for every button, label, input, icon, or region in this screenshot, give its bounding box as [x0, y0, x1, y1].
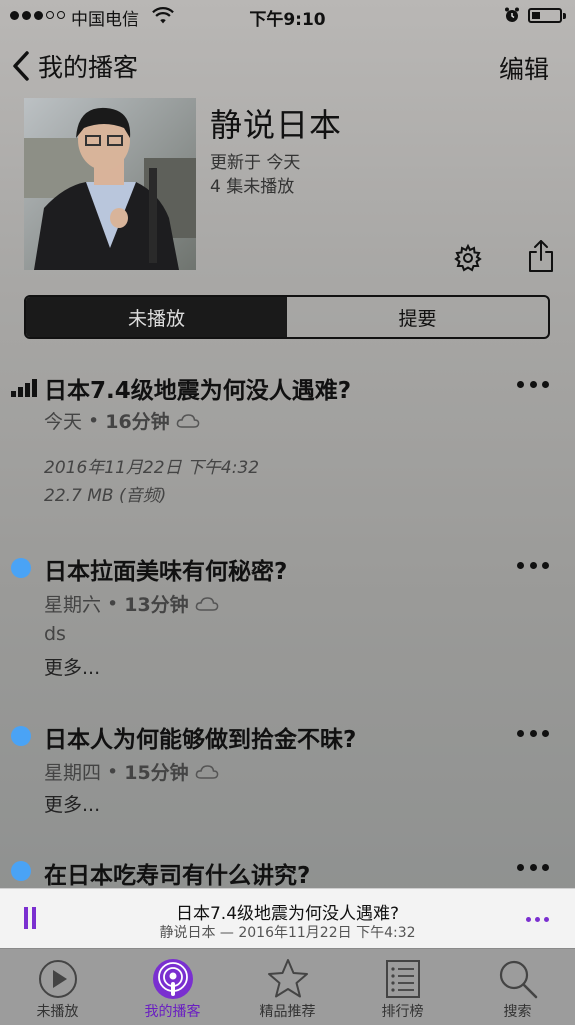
settings-gear-icon[interactable]: [452, 242, 484, 274]
podcast-title: 静说日本: [210, 106, 343, 144]
clock: 下午9:10: [249, 10, 326, 30]
episode-row[interactable]: 日本拉面美味有何秘密? 星期六 • 13分钟 ds 更多...: [0, 548, 575, 688]
mini-player-subtitle: 静说日本 — 2016年11月22日 下午4:32: [159, 925, 416, 941]
episode-meta: 星期四 • 15分钟: [44, 758, 219, 785]
chevron-left-icon: [13, 51, 29, 81]
episode-title: 日本7.4级地震为何没人遇难?: [44, 378, 352, 404]
tab-featured[interactable]: 精品推荐: [230, 949, 345, 1025]
episode-title: 日本人为何能够做到拾金不昧?: [44, 727, 357, 753]
unplayed-count: 4 集未播放: [210, 177, 295, 197]
tab-label: 搜索: [503, 1004, 532, 1020]
unplayed-indicator: [11, 726, 31, 746]
episode-day: 星期四: [44, 762, 102, 784]
unplayed-indicator: [11, 558, 31, 578]
episode-meta: 今天 • 16分钟: [44, 407, 200, 434]
tab-label: 我的播客: [144, 1004, 201, 1020]
tab-search[interactable]: 搜索: [460, 949, 575, 1025]
cloud-icon: [176, 413, 199, 428]
episode-row[interactable]: 在日本吃寿司有什么讲究?: [0, 852, 575, 888]
segment-unplayed[interactable]: 未播放: [26, 297, 287, 337]
more-options-icon[interactable]: [517, 381, 549, 391]
search-icon: [499, 960, 537, 999]
more-link[interactable]: 更多...: [44, 790, 100, 817]
cloud-icon: [195, 764, 218, 779]
tab-bar: 未播放 我的播客 精品推荐 排行榜 搜索: [0, 948, 575, 1025]
episode-row[interactable]: 日本7.4级地震为何没人遇难? 今天 • 16分钟 2016年11月22日 下午…: [0, 365, 575, 515]
episode-duration: 15分钟: [124, 762, 189, 784]
episode-date: 2016年11月22日 下午4:32: [44, 458, 260, 478]
episode-size: 22.7 MB (音频): [44, 486, 167, 506]
mini-player-title: 日本7.4级地震为何没人遇难?: [175, 904, 400, 924]
tab-my-podcasts[interactable]: 我的播客: [115, 949, 230, 1025]
navigation-bar: 我的播客 编辑: [0, 44, 575, 88]
tab-charts[interactable]: 排行榜: [345, 949, 460, 1025]
episode-day: 今天: [44, 411, 83, 433]
tab-label: 排行榜: [381, 1004, 424, 1020]
alarm-icon: [505, 7, 519, 22]
episode-title: 日本拉面美味有何秘密?: [44, 559, 288, 585]
segment-feed[interactable]: 提要: [287, 297, 548, 337]
unplayed-indicator: [11, 861, 31, 881]
more-options-icon[interactable]: [517, 730, 549, 740]
more-options-icon[interactable]: [517, 562, 549, 572]
back-button[interactable]: 我的播客: [10, 48, 138, 84]
battery-icon: [528, 8, 566, 23]
podcast-artwork: [24, 98, 196, 270]
cloud-icon: [195, 596, 218, 611]
mini-player-more-icon[interactable]: [526, 917, 549, 922]
episode-duration: 13分钟: [124, 594, 189, 616]
segmented-control: 未播放 提要: [24, 295, 550, 339]
more-link[interactable]: 更多...: [44, 653, 100, 680]
play-circle-icon: [38, 960, 77, 998]
episode-day: 星期六: [44, 594, 102, 616]
star-icon: [267, 959, 308, 998]
tab-label: 未播放: [36, 1004, 79, 1020]
more-options-icon[interactable]: [517, 864, 549, 874]
podcast-icon: [152, 959, 193, 999]
episode-meta: 星期六 • 13分钟: [44, 590, 219, 617]
back-label: 我的播客: [38, 53, 139, 82]
status-bar: 中国电信 下午9:10: [0, 0, 575, 32]
share-icon[interactable]: [526, 238, 556, 274]
list-icon: [385, 960, 420, 998]
episode-duration: 16分钟: [105, 411, 170, 433]
podcast-updated: 更新于 今天: [210, 153, 301, 173]
now-playing-bars-icon: [11, 379, 37, 397]
mini-player[interactable]: 日本7.4级地震为何没人遇难? 静说日本 — 2016年11月22日 下午4:3…: [0, 888, 575, 949]
episode-title: 在日本吃寿司有什么讲究?: [44, 863, 311, 888]
tab-unplayed[interactable]: 未播放: [0, 949, 115, 1025]
episode-description: ds: [44, 623, 66, 645]
edit-button[interactable]: 编辑: [499, 50, 549, 86]
tab-label: 精品推荐: [259, 1004, 316, 1020]
episode-row[interactable]: 日本人为何能够做到拾金不昧? 星期四 • 15分钟 更多...: [0, 716, 575, 826]
